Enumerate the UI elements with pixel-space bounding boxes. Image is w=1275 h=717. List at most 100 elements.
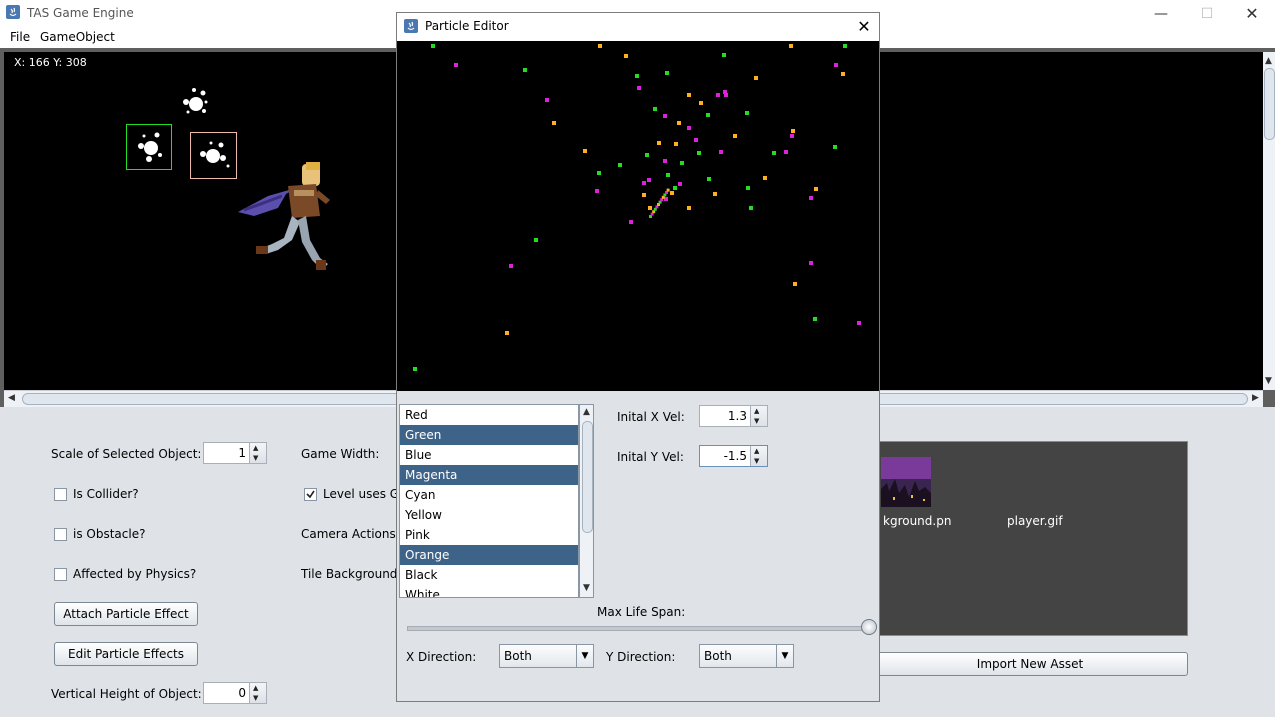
y-direction-dropdown[interactable]: Both ▼ xyxy=(699,644,794,668)
particle-object[interactable] xyxy=(190,132,237,179)
color-list-item[interactable]: Blue xyxy=(400,445,578,465)
spinner-up-icon[interactable]: ▲ xyxy=(754,447,759,455)
particle xyxy=(687,206,691,210)
particle xyxy=(677,121,681,125)
particle-editor-dialog: Particle Editor ✕ Red Green Blue Magenta Cya… xyxy=(396,12,880,702)
particle xyxy=(597,171,601,175)
selected-particle-object[interactable] xyxy=(126,124,172,170)
particle xyxy=(523,68,527,72)
dialog-title-bar: Particle Editor ✕ xyxy=(397,13,879,41)
minimize-button[interactable]: — xyxy=(1138,0,1184,27)
particle xyxy=(413,367,417,371)
particle xyxy=(719,150,723,154)
color-list-item[interactable]: Cyan xyxy=(400,485,578,505)
x-velocity-value: 1.3 xyxy=(727,409,747,423)
vertical-scroll-thumb[interactable] xyxy=(1264,68,1275,140)
particle-color-list[interactable]: Red Green Blue Magenta Cyan Yellow Pink Orange B… xyxy=(399,404,579,598)
level-uses-checkbox[interactable] xyxy=(304,488,317,501)
particle xyxy=(663,159,667,163)
menu-file[interactable]: File xyxy=(10,30,30,44)
particle xyxy=(674,142,678,146)
tile-background-label: Tile Background: xyxy=(301,567,402,581)
particle xyxy=(745,111,749,115)
color-list-scrollbar[interactable]: ▲ ▼ xyxy=(579,404,594,598)
edit-particle-effects-button[interactable]: Edit Particle Effects xyxy=(54,642,198,666)
particle xyxy=(552,121,556,125)
particle xyxy=(670,191,674,195)
vertical-height-label: Vertical Height of Object: xyxy=(51,687,202,701)
is-collider-checkbox[interactable] xyxy=(54,488,67,501)
vertical-height-spinner[interactable]: 0 ▲ ▼ xyxy=(203,682,267,704)
particle xyxy=(841,72,845,76)
window-title: TAS Game Engine xyxy=(27,6,134,20)
particle xyxy=(666,173,670,177)
spinner-down-icon[interactable]: ▼ xyxy=(754,417,759,425)
game-width-label: Game Width: xyxy=(301,447,380,461)
particle xyxy=(545,98,549,102)
particle-emitter-sprite[interactable] xyxy=(174,84,214,124)
particle xyxy=(722,53,726,57)
asset-name: kground.pn xyxy=(883,514,952,528)
close-window-button[interactable]: ✕ xyxy=(1229,0,1275,27)
color-list-scroll-thumb[interactable] xyxy=(582,421,593,533)
import-new-asset-button[interactable]: Import New Asset xyxy=(872,652,1188,676)
particle xyxy=(843,44,847,48)
particle xyxy=(699,101,703,105)
particle xyxy=(618,163,622,167)
color-list-item[interactable]: White xyxy=(400,585,578,597)
dialog-close-button[interactable]: ✕ xyxy=(853,16,875,38)
player-sprite[interactable] xyxy=(236,160,332,275)
spinner-up-icon[interactable]: ▲ xyxy=(253,444,258,452)
scale-spinner[interactable]: 1 ▲ ▼ xyxy=(203,442,267,464)
y-velocity-label: Inital Y Vel: xyxy=(617,450,684,464)
spinner-down-icon[interactable]: ▼ xyxy=(253,694,258,702)
particle xyxy=(666,188,670,192)
java-app-icon xyxy=(404,19,418,33)
particle xyxy=(694,138,698,142)
spinner-down-icon[interactable]: ▼ xyxy=(754,457,759,465)
color-list-item[interactable]: Orange xyxy=(400,545,578,565)
maximize-button[interactable]: ☐ xyxy=(1184,0,1230,27)
particle xyxy=(637,86,641,90)
particle xyxy=(813,317,817,321)
particle xyxy=(716,93,720,97)
spinner-up-icon[interactable]: ▲ xyxy=(253,684,258,692)
color-list-item[interactable]: Green xyxy=(400,425,578,445)
color-list-item[interactable]: Black xyxy=(400,565,578,585)
y-velocity-spinner[interactable]: -1.5 ▲ ▼ xyxy=(699,445,768,467)
affected-physics-checkbox[interactable] xyxy=(54,568,67,581)
particle xyxy=(763,176,767,180)
java-app-icon xyxy=(6,5,20,19)
particle xyxy=(595,189,599,193)
max-lifespan-slider-thumb[interactable] xyxy=(861,619,877,635)
particle xyxy=(814,187,818,191)
chevron-down-icon[interactable]: ▼ xyxy=(576,645,593,667)
background-thumbnail[interactable] xyxy=(881,457,931,507)
x-direction-dropdown[interactable]: Both ▼ xyxy=(499,644,594,668)
spinner-up-icon[interactable]: ▲ xyxy=(754,407,759,415)
x-direction-value: Both xyxy=(504,649,532,663)
dialog-title: Particle Editor xyxy=(425,19,509,33)
color-list-item[interactable]: Magenta xyxy=(400,465,578,485)
spinner-down-icon[interactable]: ▼ xyxy=(253,454,258,462)
is-obstacle-checkbox[interactable] xyxy=(54,528,67,541)
particle xyxy=(624,54,628,58)
particle xyxy=(673,186,677,190)
particle xyxy=(680,161,684,165)
particle xyxy=(707,177,711,181)
particle xyxy=(642,193,646,197)
color-list-item[interactable]: Red xyxy=(400,405,578,425)
attach-particle-effect-button[interactable]: Attach Particle Effect xyxy=(54,602,198,626)
particle xyxy=(665,71,669,75)
chevron-down-icon[interactable]: ▼ xyxy=(776,645,793,667)
canvas-vertical-scrollbar[interactable]: ▲ ▼ xyxy=(1263,52,1275,390)
particle xyxy=(772,151,776,155)
menu-gameobject[interactable]: GameObject xyxy=(40,30,115,44)
particle xyxy=(713,192,717,196)
max-lifespan-slider[interactable] xyxy=(407,626,871,631)
particle xyxy=(706,113,710,117)
color-list-item[interactable]: Yellow xyxy=(400,505,578,525)
asset-browser: kground.pn player.gif xyxy=(872,441,1188,636)
color-list-item[interactable]: Pink xyxy=(400,525,578,545)
x-velocity-spinner[interactable]: 1.3 ▲ ▼ xyxy=(699,405,768,427)
